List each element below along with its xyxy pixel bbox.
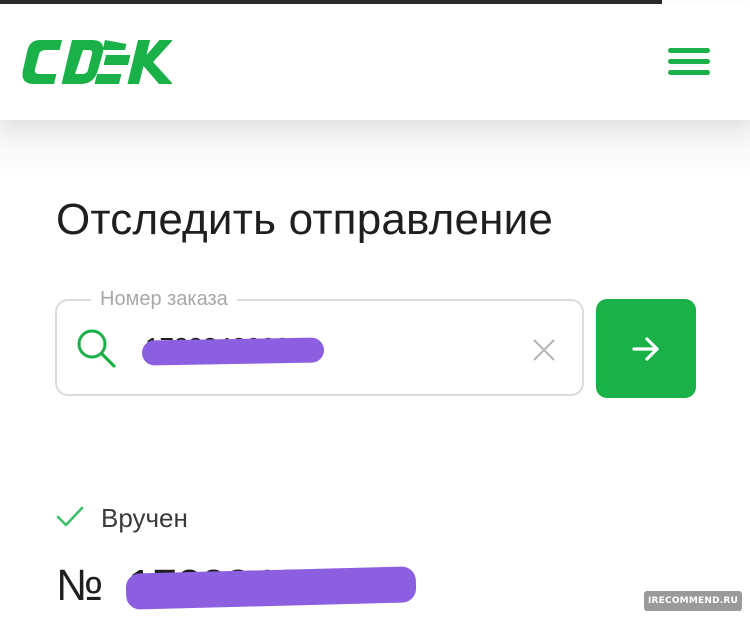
order-number-label: Номер заказа <box>91 287 237 311</box>
hamburger-menu-icon <box>668 48 710 53</box>
header-shadow <box>0 120 750 180</box>
search-icon <box>77 329 116 368</box>
cdek-logo[interactable] <box>22 40 172 84</box>
menu-button[interactable] <box>664 44 714 80</box>
number-sign: № <box>56 561 104 610</box>
close-icon[interactable] <box>531 337 557 363</box>
watermark: IRECOMMEND.RU <box>644 591 743 611</box>
track-submit-button[interactable] <box>596 299 696 398</box>
order-number-field[interactable]: Номер заказа 1723348062 <box>55 287 584 396</box>
check-icon <box>56 506 84 527</box>
app-header <box>0 4 750 120</box>
order-number-redaction <box>141 337 325 366</box>
status-text: Вручен <box>101 503 188 533</box>
arrow-right-icon <box>632 337 659 361</box>
page-title: Отследить отправление <box>56 195 554 244</box>
shipment-number-redaction <box>125 566 417 610</box>
